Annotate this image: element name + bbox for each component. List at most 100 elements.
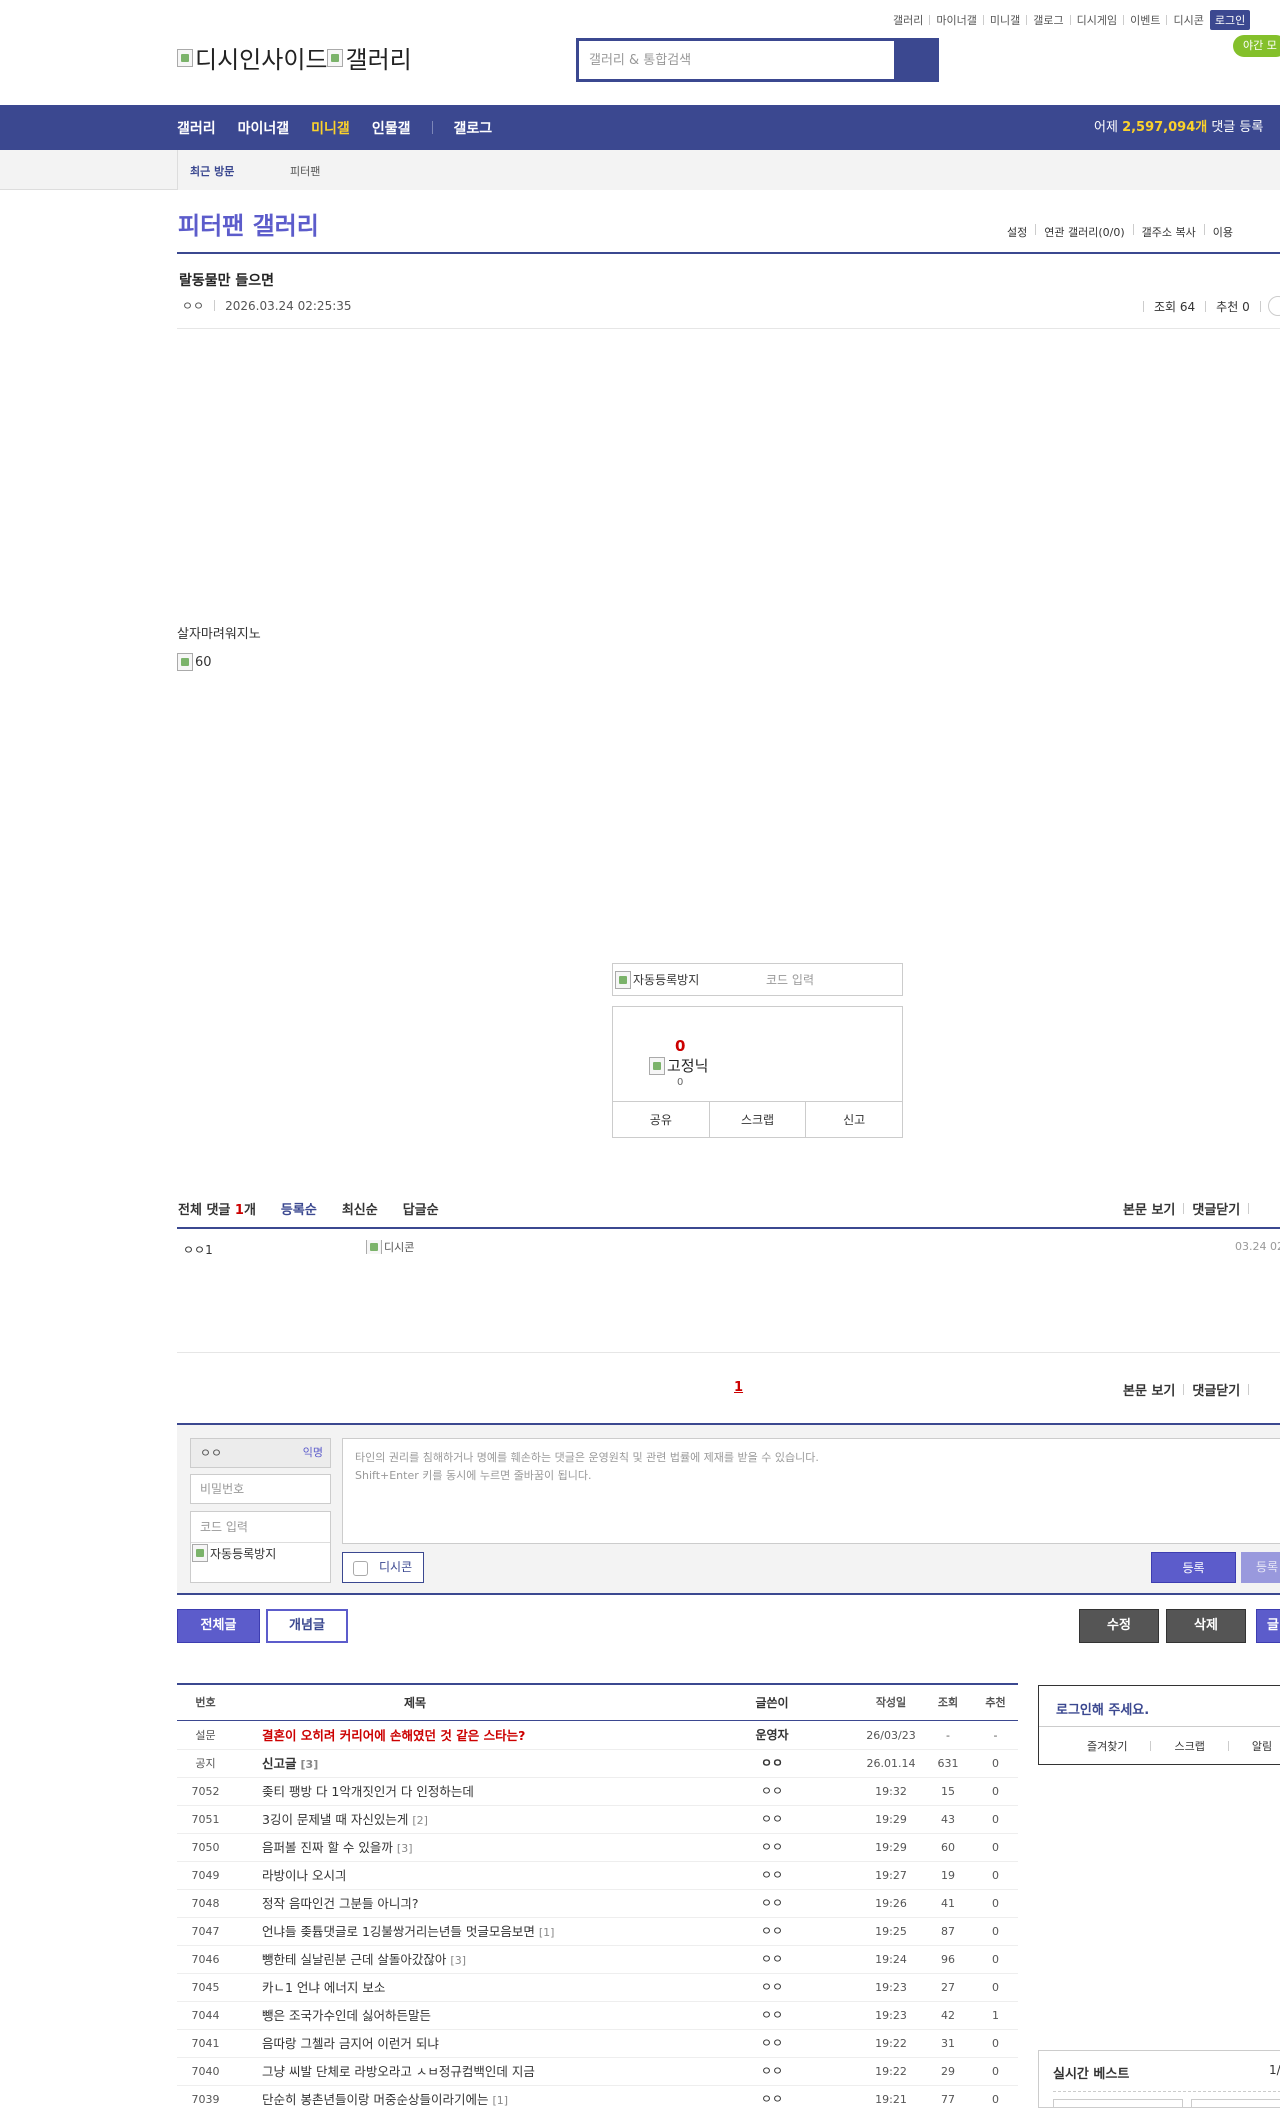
row-title[interactable]: 음따랑 그첼라 금지어 이런거 되냐 [262,2030,439,2057]
close-comments-button[interactable]: 댓글닫기 [1192,1199,1240,1218]
row-title[interactable]: 뺑은 조국가수인데 싫어하든말든 [262,2002,431,2029]
comment-page[interactable]: 1 [734,1380,743,1395]
row-title[interactable]: 라방이나 오시긔 [262,1862,346,1889]
write-code-input[interactable]: 코드 입력 [191,1512,330,1542]
login-button[interactable]: 로그인 [1209,10,1251,30]
recent-gallery-link[interactable]: 피터팬 [290,163,320,179]
util-link-game[interactable]: 디시게임 [1077,12,1117,28]
search-button[interactable] [894,41,936,79]
best-posts-button[interactable]: 개념글 [266,1609,348,1643]
row-writer[interactable]: ㅇㅇ [737,2058,807,2085]
view-body-button[interactable]: 본문 보기 [1123,1380,1175,1399]
night-mode-toggle[interactable]: 야간 모 [1233,35,1280,57]
row-writer[interactable]: ㅇㅇ [737,2030,807,2057]
realtime-tab-2[interactable] [1191,2099,1280,2108]
gallery-title[interactable]: 피터팬 갤러리 [178,206,319,241]
row-title[interactable]: 신고글 [3] [262,1750,318,1778]
login-prompt[interactable]: 로그인해 주세요. [1056,1699,1149,1718]
row-writer[interactable]: ㅇㅇ [737,1862,807,1889]
row-writer[interactable]: ㅇㅇ [737,1806,807,1833]
row-writer[interactable]: ㅇㅇ [737,1918,807,1945]
scrap-button[interactable]: 스크랩 [710,1102,807,1138]
usage-link[interactable]: 이용 [1213,224,1233,240]
gnb-item-minor[interactable]: 마이너갤 [238,118,290,138]
gnb-item-person[interactable]: 인물갤 [372,118,411,138]
recommend-count[interactable]: 0 [675,1037,685,1055]
report-button[interactable]: 신고 [806,1102,902,1138]
site-logo[interactable]: 디시인사이드 갤러리 [177,40,412,75]
copy-address[interactable]: 갤주소 복사 [1142,224,1196,240]
table-row: 7048 정작 음따인건 그분들 아니긔? ㅇㅇ 19:26 41 0 [177,1890,1018,1918]
captcha-input[interactable]: 코드 입력 [766,971,814,988]
password-field[interactable]: 비밀번호 [190,1474,331,1504]
row-writer[interactable]: ㅇㅇ [737,1974,807,2001]
comment-textarea[interactable]: 타인의 권리를 침해하거나 명예를 훼손하는 댓글은 운영원칙 및 관련 법률에… [342,1438,1280,1544]
util-link-gallog[interactable]: 갤로그 [1033,12,1063,28]
close-comments-button[interactable]: 댓글닫기 [1192,1380,1240,1399]
scrap-link[interactable]: 스크랩 [1174,1738,1204,1754]
util-link-gallery[interactable]: 갤러리 [893,12,923,28]
row-title[interactable]: 단순히 봉촌년들이랑 머중순상들이라기에는 [1] [262,2086,508,2108]
recent-visit-label[interactable]: 최근 방문 [190,163,234,179]
row-writer[interactable]: ㅇㅇ [737,1834,807,1861]
post-image[interactable]: 60 [177,653,212,671]
util-link-minor[interactable]: 마이너갤 [936,12,976,28]
row-title[interactable]: 음퍼볼 진짜 할 수 있을까 [3] [262,1834,413,1862]
row-recommend: 0 [973,2086,1018,2108]
sort-replies[interactable]: 답글순 [403,1199,439,1218]
share-button[interactable]: 공유 [613,1102,710,1138]
reply-count[interactable]: [3] [397,1842,413,1855]
row-date-text: 19:22 [875,2037,907,2050]
related-gallery[interactable]: 연관 갤러리(0/0) [1044,224,1124,240]
divider [191,1542,330,1543]
comment-nick[interactable]: ㅇㅇ1 [183,1241,213,1258]
row-title[interactable]: 좆티 팽방 다 1악개짓인거 다 인정하는데 [262,1778,474,1805]
row-title[interactable]: 결혼이 오히려 커리어에 손해였던 것 같은 스타는? [262,1722,525,1749]
dccon-button[interactable]: 디시콘 [342,1552,424,1583]
reply-count[interactable]: [3] [450,1954,466,1967]
util-link-mini[interactable]: 미니갤 [990,12,1020,28]
comment-submit-recommend-button[interactable]: 등록 [1241,1552,1280,1583]
edit-button[interactable]: 수정 [1079,1609,1159,1643]
row-title[interactable]: 정작 음따인건 그분들 아니긔? [262,1890,419,1917]
util-link-event[interactable]: 이벤트 [1130,12,1160,28]
reply-count[interactable]: [1] [539,1926,555,1939]
row-writer[interactable]: ㅇㅇ [737,2002,807,2029]
reply-count[interactable]: [1] [492,2094,508,2107]
comment-submit-button[interactable]: 등록 [1151,1552,1236,1583]
util-link-dccon[interactable]: 디시콘 [1173,12,1203,28]
post-author[interactable]: ㅇㅇ [182,297,204,314]
row-writer[interactable]: ㅇㅇ [737,1750,807,1777]
reply-count[interactable]: [2] [412,1814,428,1827]
delete-button[interactable]: 삭제 [1166,1609,1246,1643]
gnb-item-gallog[interactable]: 갤로그 [453,118,492,138]
write-button[interactable]: 글 [1256,1609,1280,1643]
row-title[interactable]: 뺑한테 실날린분 근데 살돌아갔잖아 [3] [262,1946,466,1974]
gnb-item-gallery[interactable]: 갤러리 [177,118,216,138]
sort-registered[interactable]: 등록순 [281,1199,317,1218]
row-writer[interactable]: 운영자 [737,1722,807,1749]
realtime-tab-1[interactable] [1053,2099,1183,2108]
row-writer[interactable]: ㅇㅇ [737,1778,807,1805]
view-body-button[interactable]: 본문 보기 [1123,1199,1175,1218]
nickname-field[interactable]: ㅇㅇ 익명 [190,1438,331,1468]
reply-count[interactable]: [3] [301,1758,319,1771]
gallery-settings[interactable]: 설정 [1007,224,1027,240]
realtime-best-title[interactable]: 실시간 베스트 [1053,2063,1129,2082]
row-title[interactable]: 카ㄴ1 언냐 에너지 보소 [262,1974,385,2001]
row-no: 7049 [177,1862,234,1889]
row-title[interactable]: 그냥 씨발 단체로 라방오라고 ㅅㅂ정규컴백인데 지금 [262,2058,535,2085]
sort-latest[interactable]: 최신순 [342,1199,378,1218]
favorites-link[interactable]: 즐겨찾기 [1087,1738,1127,1754]
row-writer[interactable]: ㅇㅇ [737,1946,807,1973]
gnb-item-mini[interactable]: 미니갤 [311,118,350,138]
row-writer[interactable]: ㅇㅇ [737,2086,807,2108]
row-title[interactable]: 3깅이 문제낼 때 자신있는게 [2] [262,1806,428,1834]
all-posts-button[interactable]: 전체글 [177,1609,260,1643]
row-date: 19:23 [861,2002,921,2029]
row-title[interactable]: 언냐들 좆튭댓글로 1깅불쌍거리는년들 멋글모음보면 [1] [262,1918,554,1946]
notification-link[interactable]: 알림 [1252,1738,1272,1754]
row-writer[interactable]: ㅇㅇ [737,1890,807,1917]
search-input[interactable] [579,41,894,79]
comment-actions: 본문 보기 댓글닫기 [1123,1199,1257,1218]
